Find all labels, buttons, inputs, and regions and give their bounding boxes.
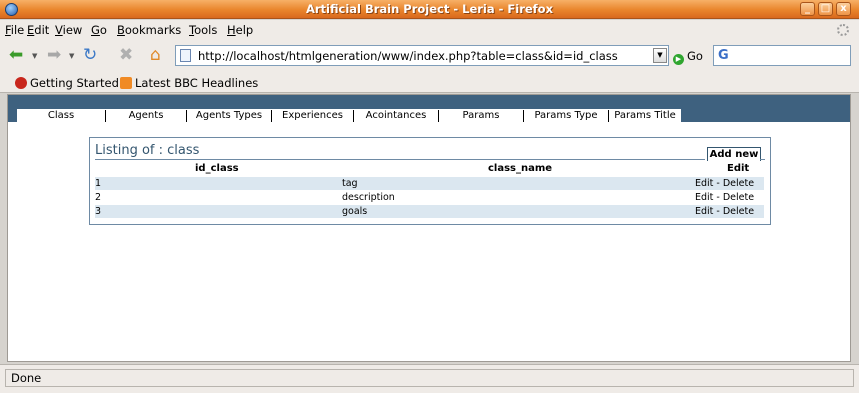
- tab-agents[interactable]: Agents: [106, 109, 186, 123]
- back-arrow-icon[interactable]: ⬅: [9, 47, 23, 64]
- tab-params-title[interactable]: Params Title: [609, 109, 681, 123]
- menu-bar: File Edit View Go Bookmarks Tools Help: [0, 20, 859, 40]
- listing-title: Listing of : class: [95, 143, 200, 158]
- menu-help[interactable]: Help: [227, 23, 253, 37]
- bookmark-latest-bbc-headlines[interactable]: Latest BBC Headlines: [120, 76, 258, 90]
- rss-feed-icon: [120, 77, 132, 89]
- title-underline: [95, 159, 705, 160]
- back-history-dropdown-icon[interactable]: ▼: [32, 52, 37, 60]
- tab-params[interactable]: Params: [439, 109, 523, 123]
- bookmark-getting-started[interactable]: Getting Started: [15, 76, 119, 90]
- table-row: 2 description Edit - Delete: [95, 191, 764, 204]
- column-header-id-class: id_class: [195, 163, 239, 174]
- row-actions-edit-delete[interactable]: Edit - Delete: [695, 205, 754, 218]
- stop-icon[interactable]: ✖: [119, 47, 133, 64]
- forward-history-dropdown-icon[interactable]: ▼: [69, 52, 74, 60]
- reload-icon[interactable]: ↻: [83, 47, 97, 64]
- cell-id: 1: [95, 178, 102, 189]
- url-history-dropdown-icon[interactable]: ▼: [653, 48, 667, 63]
- cell-id: 2: [95, 192, 102, 203]
- menu-edit[interactable]: Edit: [27, 23, 49, 37]
- menu-file[interactable]: File: [5, 23, 24, 37]
- table-header: id_class class_name Edit: [95, 163, 764, 176]
- cell-class-name: tag: [342, 178, 358, 189]
- go-arrow-icon: ▶: [673, 54, 684, 65]
- close-button[interactable]: x: [836, 2, 851, 16]
- minimize-button[interactable]: _: [800, 2, 815, 16]
- tab-experiences[interactable]: Experiences: [272, 109, 353, 123]
- page-icon: [180, 49, 191, 62]
- menu-bookmarks[interactable]: Bookmarks: [117, 23, 181, 37]
- bookmarks-toolbar: Getting Started Latest BBC Headlines: [0, 71, 859, 93]
- tab-params-type[interactable]: Params Type: [524, 109, 608, 123]
- row-actions-edit-delete[interactable]: Edit - Delete: [695, 177, 754, 190]
- url-input[interactable]: http://localhost/htmlgeneration/www/inde…: [198, 49, 618, 63]
- forward-arrow-icon[interactable]: ➡: [47, 47, 61, 64]
- cell-class-name: goals: [342, 206, 368, 217]
- menu-tools[interactable]: Tools: [189, 23, 217, 37]
- listing-panel: Listing of : class Add new id_class clas…: [89, 137, 771, 225]
- url-bar[interactable]: http://localhost/htmlgeneration/www/inde…: [175, 45, 669, 66]
- title-underline-tail: [760, 159, 765, 160]
- search-input[interactable]: G: [713, 45, 851, 66]
- menu-go[interactable]: Go: [91, 23, 107, 37]
- tab-bar: Class Agents Agents Types Experiences Ac…: [17, 109, 681, 123]
- tab-acointances[interactable]: Acointances: [354, 109, 438, 123]
- window-titlebar: Artificial Brain Project - Leria - Firef…: [0, 0, 859, 19]
- window-title: Artificial Brain Project - Leria - Firef…: [305, 2, 554, 16]
- status-text: Done: [5, 369, 854, 387]
- cell-id: 3: [95, 206, 102, 217]
- menu-view[interactable]: View: [55, 23, 82, 37]
- google-search-icon[interactable]: G: [718, 48, 729, 63]
- firefox-bookmark-icon: [15, 77, 27, 89]
- add-new-button[interactable]: Add new: [707, 147, 761, 161]
- status-bar: Done: [0, 364, 859, 393]
- page-content: Class Agents Agents Types Experiences Ac…: [7, 94, 851, 362]
- maximize-button[interactable]: □: [818, 2, 833, 16]
- go-button[interactable]: ▶ Go: [673, 49, 703, 65]
- tab-agents-types[interactable]: Agents Types: [187, 109, 271, 123]
- column-header-edit: Edit: [727, 163, 750, 174]
- cell-class-name: description: [342, 192, 395, 203]
- home-icon[interactable]: ⌂: [150, 47, 161, 64]
- table-row: 1 tag Edit - Delete: [95, 177, 764, 190]
- column-header-class-name: class_name: [488, 163, 553, 174]
- activity-throbber-icon: [837, 24, 849, 36]
- tab-class[interactable]: Class: [17, 109, 105, 123]
- row-actions-edit-delete[interactable]: Edit - Delete: [695, 191, 754, 204]
- table-row: 3 goals Edit - Delete: [95, 205, 764, 218]
